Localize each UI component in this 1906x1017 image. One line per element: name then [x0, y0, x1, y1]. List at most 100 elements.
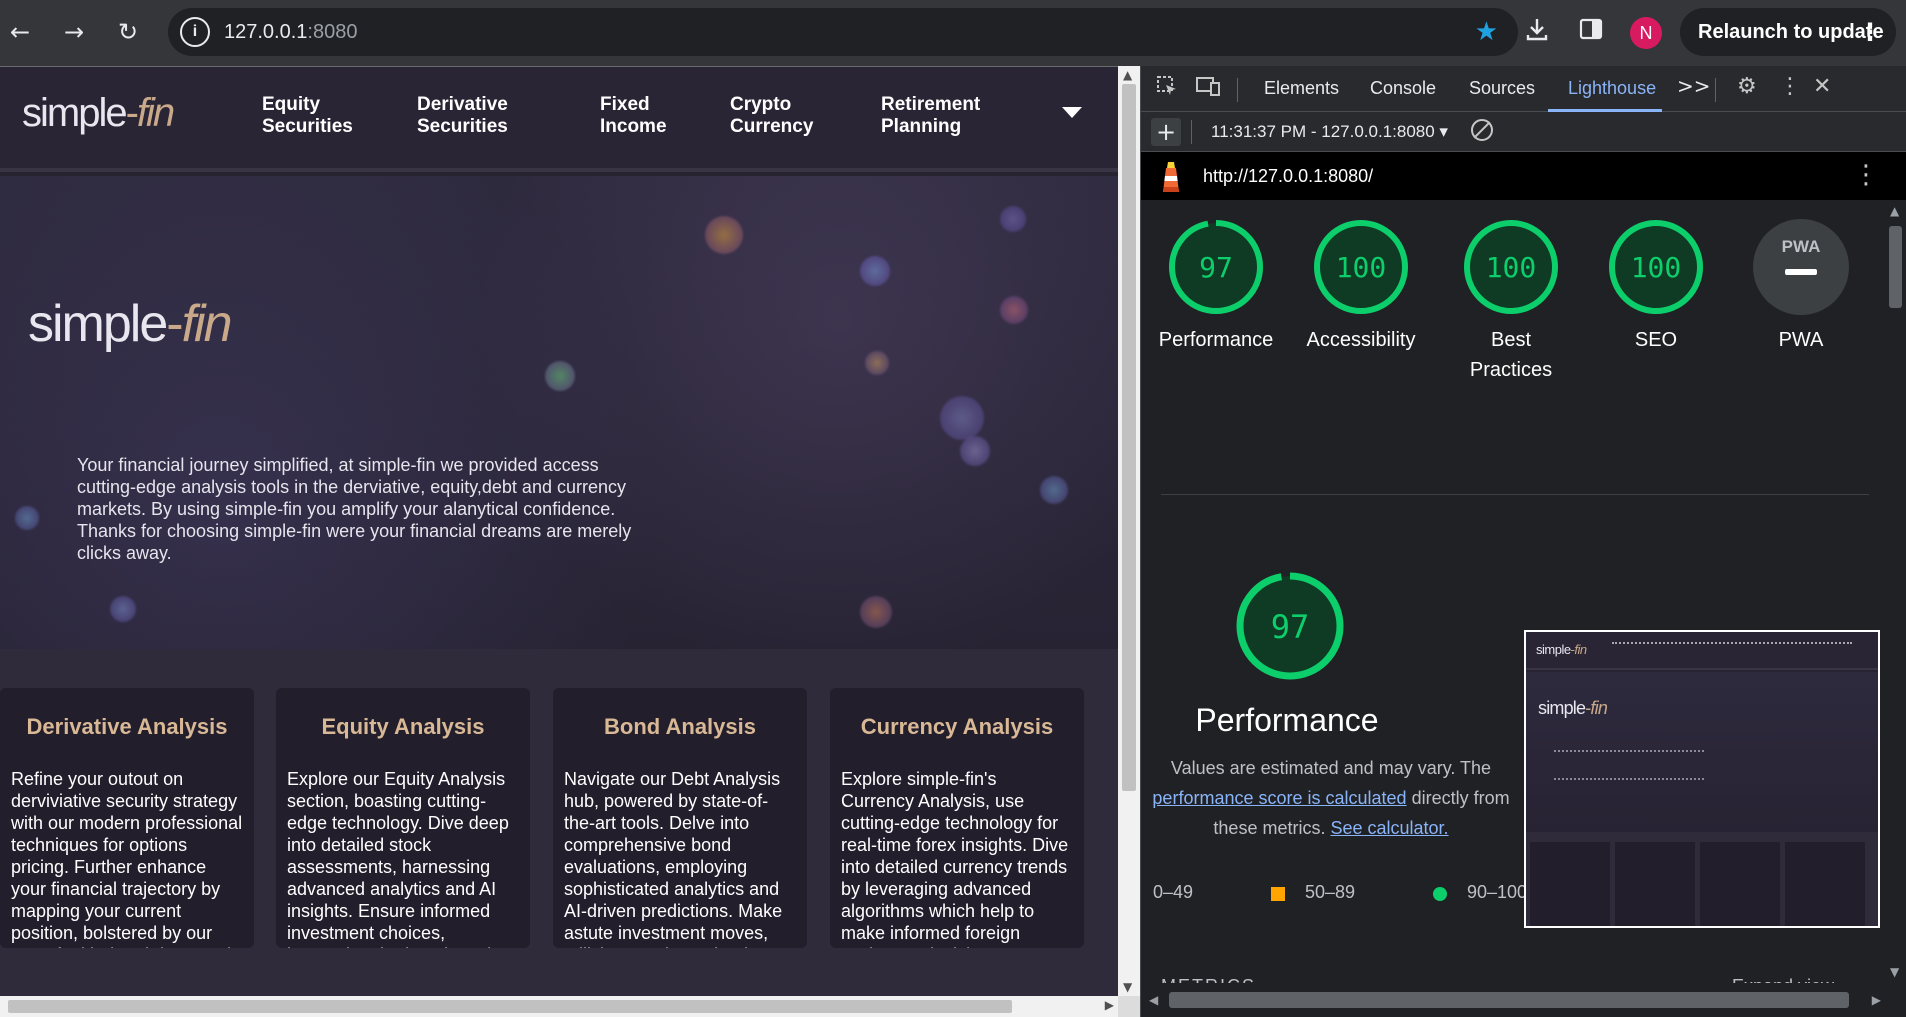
logo-dash: -: [166, 295, 183, 353]
card-bond-analysis: Bond Analysis Navigate our Debt Analysis…: [553, 688, 807, 948]
gauge-seo[interactable]: 100 SEO: [1586, 217, 1726, 355]
page-vertical-scrollbar[interactable]: ▲ ▼: [1118, 66, 1140, 996]
new-report-button[interactable]: +: [1151, 118, 1181, 146]
browser-toolbar: ← → ↻ i 127.0.0.1:8080 ★ N Relaunch to u…: [0, 0, 1906, 66]
download-icon[interactable]: [1524, 16, 1550, 49]
kebab-menu-icon[interactable]: ⋮: [1858, 18, 1882, 46]
lighthouse-logo-icon: [1163, 162, 1179, 192]
report-selector[interactable]: 11:31:37 PM - 127.0.0.1:8080 ▾: [1211, 122, 1448, 142]
nav-line: Fixed: [600, 94, 650, 115]
gauge-performance[interactable]: 97 Performance: [1146, 217, 1286, 355]
star-icon[interactable]: ★: [1475, 18, 1498, 46]
logo-main: simple: [22, 91, 128, 135]
chevron-down-icon: ▾: [1439, 122, 1448, 141]
legend-average: 50–89: [1305, 882, 1355, 903]
card-title: Bond Analysis: [604, 714, 756, 739]
nav-line: Planning: [881, 116, 962, 137]
scroll-right-icon[interactable]: ▶: [1105, 998, 1114, 1012]
bokeh-decoration: [940, 396, 984, 440]
devtools-vertical-scrollbar[interactable]: ▲ ▼: [1884, 200, 1906, 983]
scroll-thumb[interactable]: [1169, 992, 1849, 1008]
site-logo[interactable]: simple-fin: [22, 91, 175, 136]
devtools-tabbar: Elements Console Sources Lighthouse >> ⚙…: [1141, 66, 1906, 112]
info-icon[interactable]: i: [180, 17, 210, 47]
forward-icon[interactable]: →: [56, 14, 92, 50]
nav-line: Income: [600, 116, 667, 137]
score-calculation-link[interactable]: performance score is calculated: [1152, 788, 1406, 808]
tab-console[interactable]: Console: [1370, 78, 1436, 99]
bokeh-decoration: [545, 361, 575, 391]
performance-score-gauge: 97: [1236, 572, 1344, 680]
relaunch-button[interactable]: Relaunch to update ⋮: [1680, 8, 1896, 56]
nav-crypto-currency[interactable]: Crypto Currency: [730, 94, 813, 138]
gauge-label: Accessibility: [1306, 329, 1416, 351]
logo-accent: fin: [1574, 642, 1587, 657]
kebab-menu-icon[interactable]: ⋮: [1779, 74, 1801, 99]
thumb-hero-logo: simple-fin: [1538, 698, 1608, 719]
scroll-down-icon[interactable]: ▼: [1890, 965, 1899, 979]
gauge-label: SEO: [1634, 329, 1678, 351]
tab-lighthouse[interactable]: Lighthouse: [1568, 78, 1656, 99]
pwa-badge-text: PWA: [1782, 237, 1821, 256]
url-port: :8080: [307, 20, 358, 43]
pwa-badge-icon: PWA: [1753, 219, 1849, 315]
url-host: 127.0.0.1: [224, 20, 308, 43]
address-url[interactable]: 127.0.0.1:8080: [224, 21, 357, 44]
scroll-down-icon[interactable]: ▼: [1123, 980, 1132, 994]
back-icon[interactable]: ←: [2, 14, 38, 50]
site-header: simple-fin Equity Securities Derivative Se…: [0, 67, 1118, 172]
gauge-pwa[interactable]: PWA PWA: [1731, 217, 1871, 355]
tab-elements[interactable]: Elements: [1264, 78, 1339, 99]
devtools-horizontal-scrollbar[interactable]: ◀ ▶: [1141, 983, 1906, 1017]
nav-fixed-income[interactable]: Fixed Income: [600, 94, 667, 138]
scroll-thumb[interactable]: [1889, 226, 1902, 308]
scroll-left-icon[interactable]: ◀: [1149, 993, 1158, 1007]
tab-separator: [1237, 78, 1238, 102]
audited-url[interactable]: http://127.0.0.1:8080/: [1203, 166, 1373, 187]
card-title: Equity Analysis: [321, 714, 485, 739]
scroll-up-icon[interactable]: ▲: [1123, 68, 1132, 82]
gear-icon[interactable]: ⚙: [1737, 74, 1757, 99]
nav-line: Securities: [262, 116, 353, 137]
scroll-right-icon[interactable]: ▶: [1872, 993, 1881, 1007]
address-bar[interactable]: i 127.0.0.1:8080 ★: [168, 8, 1518, 56]
avatar[interactable]: N: [1630, 17, 1662, 49]
final-screenshot-thumbnail[interactable]: simple-fin simple-fin: [1524, 630, 1880, 928]
page-horizontal-scrollbar[interactable]: ▶: [0, 996, 1118, 1017]
bokeh-decoration: [860, 256, 890, 286]
inspect-element-icon[interactable]: [1155, 74, 1179, 104]
gauge-label: Best Practices: [1469, 329, 1553, 381]
more-tabs-icon[interactable]: >>: [1677, 74, 1711, 98]
thumb-card: [1700, 842, 1780, 926]
nav-equity-securities[interactable]: Equity Securities: [262, 94, 353, 138]
card-derivative-analysis: Derivative Analysis Refine your outout o…: [0, 688, 254, 948]
scrollbar-corner: [1118, 996, 1140, 1017]
device-toolbar-icon[interactable]: [1195, 74, 1221, 104]
gauge-best-practices[interactable]: 100 Best Practices: [1436, 217, 1586, 385]
lighthouse-report: 97 Performance 100 Accessibility 100 Bes…: [1141, 200, 1884, 1017]
toolbar-separator: [1191, 120, 1192, 144]
kebab-menu-icon[interactable]: ⋮: [1853, 160, 1879, 190]
gauge-score: 100: [1631, 251, 1682, 284]
bokeh-decoration: [705, 216, 743, 254]
legend-average-label: 50–89: [1305, 882, 1356, 902]
reload-icon[interactable]: ↻: [110, 14, 146, 50]
scroll-thumb[interactable]: [1122, 84, 1136, 791]
gauge-score: 100: [1486, 251, 1537, 284]
score-ring: 100: [1314, 220, 1408, 314]
logo-main: simple: [1538, 698, 1586, 718]
nav-dropdown-icon[interactable]: [1062, 107, 1082, 118]
clear-reports-icon[interactable]: [1471, 119, 1493, 141]
tab-sources[interactable]: Sources: [1469, 78, 1535, 99]
scroll-thumb[interactable]: [8, 1000, 1012, 1013]
scroll-up-icon[interactable]: ▲: [1890, 204, 1899, 218]
bokeh-decoration: [1040, 476, 1068, 504]
nav-derivative-securities[interactable]: Derivative Securities: [417, 94, 508, 138]
nav-retirement-planning[interactable]: Retirement Planning: [881, 94, 980, 138]
thumb-card: [1785, 842, 1865, 926]
side-panel-icon[interactable]: [1578, 16, 1604, 49]
close-icon[interactable]: ✕: [1813, 74, 1831, 99]
calculator-link[interactable]: See calculator.: [1330, 818, 1448, 838]
gauge-accessibility[interactable]: 100 Accessibility: [1291, 217, 1431, 355]
legend-fail: 0–49: [1153, 882, 1193, 903]
